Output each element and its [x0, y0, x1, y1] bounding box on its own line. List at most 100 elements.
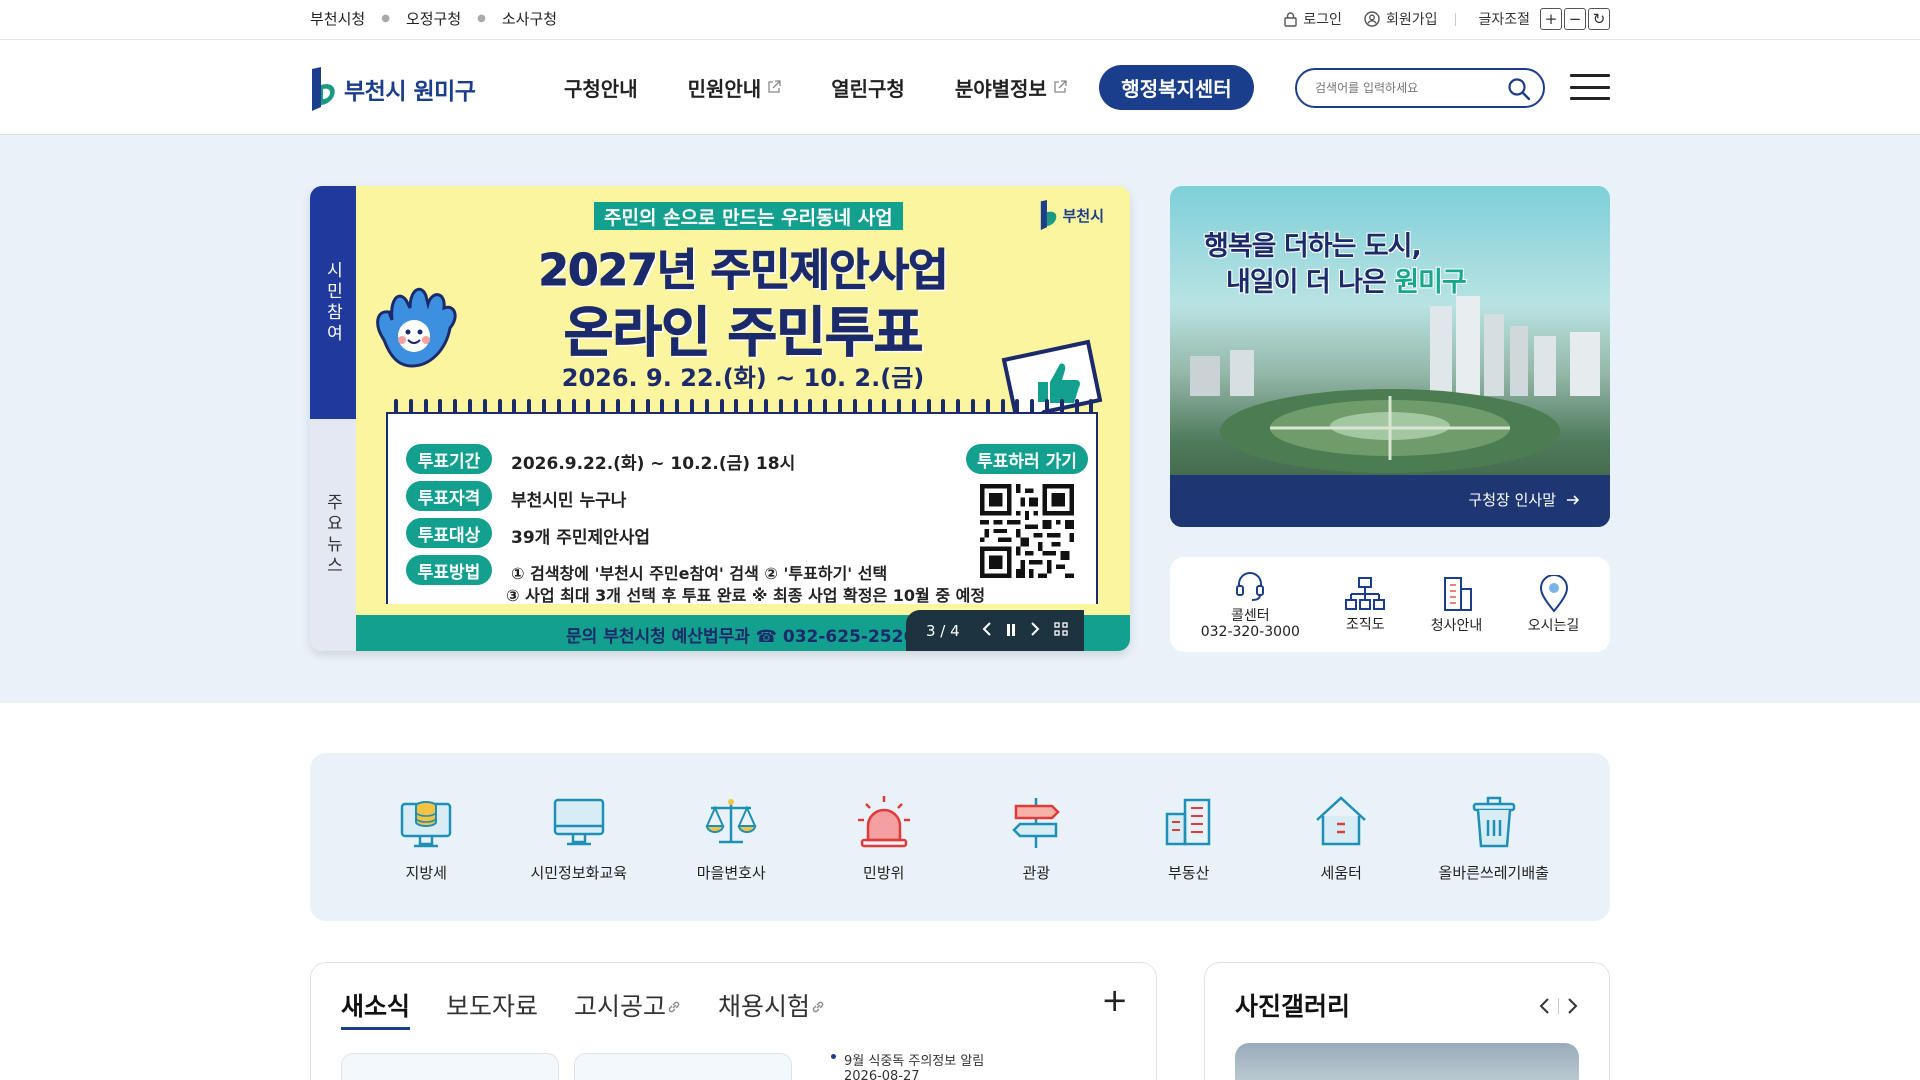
prev-slide-button[interactable] [982, 621, 992, 640]
news-card[interactable] [341, 1053, 559, 1080]
chevron-right-icon[interactable] [1567, 997, 1579, 1015]
service-label: 관광 [1022, 863, 1051, 882]
bullet-dot [831, 1054, 836, 1059]
pause-icon [1006, 623, 1015, 636]
photo-gallery-panel: 사진갤러리 [1204, 962, 1610, 1080]
service-tourism[interactable]: 관광 [971, 792, 1101, 883]
tab-main-news[interactable]: 주요뉴스 [310, 419, 356, 651]
view-all-slides-button[interactable] [1054, 621, 1068, 640]
login-label: 로그인 [1303, 12, 1342, 28]
tab-label: 시민참여 [322, 260, 343, 345]
zoom-in-button[interactable]: + [1540, 8, 1562, 30]
tab-news[interactable]: 새소식 [341, 987, 411, 1030]
news-tabs: 새소식 보도자료 고시공고 채용시험 [341, 987, 826, 1030]
quick-links: 콜센터 032-320-3000 조직도 청사안내 오시는길 [1170, 557, 1610, 652]
service-village-lawyer[interactable]: 마을변호사 [666, 792, 796, 883]
banner-logo-text: 부천시 [1062, 206, 1104, 225]
service-label: 민방위 [863, 863, 905, 882]
slide-counter: 3 / 4 [926, 621, 960, 640]
signup-link[interactable]: 회원가입 [1364, 9, 1438, 29]
vote-method-value: ① 검색창에 '부천시 주민e참여' 검색 ② '투표하기' 선택 [511, 564, 888, 583]
news-more-button[interactable]: + [1101, 981, 1128, 1019]
vote-eligibility-label: 투표자격 [406, 481, 492, 511]
headset-icon [1236, 571, 1265, 601]
tab-label: 고시공고 [574, 992, 667, 1021]
divider [1558, 998, 1559, 1014]
vote-method-label: 투표방법 [406, 555, 492, 585]
gallery-nav [1538, 997, 1579, 1015]
link-bucheon-city[interactable]: 부천시청 [310, 8, 365, 29]
main-slider: 시민참여 주요뉴스 주민의 손으로 만드는 우리동네 사업 부천시 2027년 … [310, 186, 1130, 651]
house-icon [1316, 795, 1367, 845]
nav-open-office[interactable]: 열린구청 [831, 73, 905, 102]
main-nav: 구청안내 민원안내 열린구청 분야별정보 [564, 40, 1117, 134]
news-list-item[interactable]: 9월 식중독 주의정보 알림 2026-08-27 [831, 1050, 984, 1080]
zoom-out-button[interactable]: − [1564, 8, 1586, 30]
menu-line [1570, 74, 1610, 77]
vote-now-button[interactable]: 투표하러 가기 [966, 444, 1088, 474]
logo-text: 부천시 원미구 [344, 79, 476, 105]
news-card[interactable] [574, 1053, 792, 1080]
quick-sub: 032-320-3000 [1200, 623, 1300, 640]
grid-icon [1054, 621, 1068, 636]
zoom-controls: + − ↻ [1540, 8, 1610, 30]
nav-field-info[interactable]: 분야별정보 [955, 73, 1067, 102]
vote-period-label: 투표기간 [406, 444, 492, 474]
nav-civil-service[interactable]: 민원안내 [688, 73, 782, 102]
link-sosa-gu[interactable]: 소사구청 [502, 8, 557, 29]
service-civil-defense[interactable]: 민방위 [819, 792, 949, 883]
building-icon [1443, 576, 1472, 611]
slide-banner[interactable]: 주민의 손으로 만드는 우리동네 사업 부천시 2027년 주민제안사업 온라인… [356, 186, 1130, 651]
mascot-glove-icon [376, 287, 457, 368]
vote-target-label: 투표대상 [406, 518, 492, 548]
vote-target-value: 39개 주민제안사업 [511, 528, 651, 548]
welfare-center-button[interactable]: 행정복지센터 [1099, 65, 1254, 110]
quick-building-guide[interactable]: 청사안내 [1430, 575, 1483, 635]
service-local-tax[interactable]: 지방세 [361, 792, 491, 883]
service-label: 올바른쓰레기배출 [1438, 863, 1549, 882]
quick-label: 조직도 [1346, 616, 1385, 633]
separator-dot: ● [381, 13, 390, 24]
site-logo[interactable]: 부천시 원미구 [310, 67, 476, 111]
service-it-education[interactable]: 시민정보화교육 [514, 792, 644, 883]
next-slide-button[interactable] [1030, 621, 1040, 640]
service-seumteo[interactable]: 세움터 [1276, 792, 1406, 883]
banner-subtitle: 주민의 손으로 만드는 우리동네 사업 [594, 202, 903, 230]
tab-citizen-participation[interactable]: 시민참여 [310, 186, 356, 419]
service-waste-disposal[interactable]: 올바른쓰레기배출 [1429, 792, 1559, 883]
nav-office-guide[interactable]: 구청안내 [564, 73, 638, 102]
search-icon[interactable] [1507, 77, 1531, 101]
link-ojeong-gu[interactable]: 오정구청 [406, 8, 461, 29]
service-real-estate[interactable]: 부동산 [1124, 792, 1254, 883]
qr-code-icon [980, 484, 1074, 578]
chevron-left-icon[interactable] [1538, 997, 1550, 1015]
mayor-promo-card[interactable]: 행복을 더하는 도시, 내일이 더 나은 원미구 구청장 인사말 [1170, 186, 1610, 527]
quick-org-chart[interactable]: 조직도 [1345, 576, 1386, 634]
tab-notices[interactable]: 고시공고 [574, 987, 682, 1030]
promo-line2: 내일이 더 나은 원미구 [1226, 260, 1467, 299]
quick-directions[interactable]: 오시는길 [1528, 574, 1579, 635]
all-menu-button[interactable] [1570, 74, 1610, 100]
service-shortcuts: 지방세 시민정보화교육 마을변호사 민방위 관광 부동산 세움터 올바른쓰레기배… [310, 753, 1610, 921]
zoom-reset-button[interactable]: ↻ [1588, 8, 1610, 30]
slider-controls: 3 / 4 [906, 610, 1084, 651]
link-icon [812, 1001, 824, 1013]
search-input[interactable] [1315, 78, 1500, 98]
family-site-links: 부천시청 ● 오정구청 ● 소사구청 [310, 8, 557, 29]
service-label: 지방세 [405, 863, 447, 882]
gallery-photo[interactable] [1235, 1043, 1579, 1080]
tab-press-release[interactable]: 보도자료 [446, 987, 538, 1030]
pause-slide-button[interactable] [1006, 622, 1016, 640]
signup-label: 회원가입 [1385, 12, 1438, 28]
login-link[interactable]: 로그인 [1284, 9, 1342, 29]
banner-contact: 문의 부천시청 예산법무과 ☎ 032-625-2526 [566, 627, 916, 647]
tab-recruitment[interactable]: 채용시험 [718, 987, 826, 1030]
monitor-icon [553, 798, 604, 845]
quick-label: 청사안내 [1430, 617, 1483, 634]
quick-call-center[interactable]: 콜센터 032-320-3000 [1201, 569, 1300, 641]
greeting-link[interactable]: 구청장 인사말 [1468, 489, 1580, 510]
font-size-control: 글자조절 [1478, 9, 1530, 29]
bucheon-logo-icon [312, 67, 335, 111]
external-link-icon [768, 80, 781, 93]
promo-line1: 행복을 더하는 도시, [1204, 224, 1422, 263]
